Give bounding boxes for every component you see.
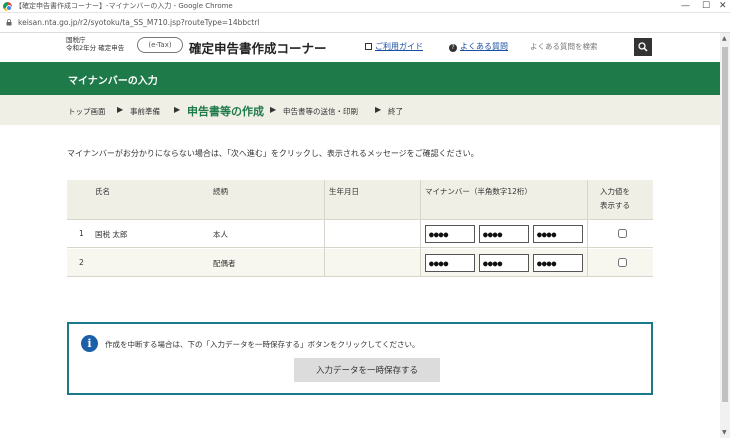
scroll-up-arrow-icon[interactable]: ▲ <box>722 35 727 42</box>
header-show-value: 入力値を 表示する <box>600 186 630 211</box>
mynumber-input-3[interactable] <box>533 225 583 243</box>
header-birth: 生年月日 <box>329 187 359 196</box>
page-title-band: マイナンバーの入力 <box>0 62 720 95</box>
site-title: 確定申告書作成コーナー <box>189 41 327 56</box>
guide-link-label: ご利用ガイド <box>375 42 423 51</box>
mynumber-input-2[interactable] <box>479 225 529 243</box>
mynumber-input-1[interactable] <box>425 254 475 272</box>
etax-logo: (e-Tax) <box>137 37 183 53</box>
header-name: 氏名 <box>95 187 110 196</box>
book-icon <box>365 43 372 50</box>
question-icon: ? <box>449 44 457 52</box>
address-bar[interactable]: keisan.nta.go.jp/r2/syotoku/ta_SS_M710.j… <box>0 13 730 33</box>
browser-titlebar: 【確定申告書作成コーナー】-マイナンバーの入力 - Google Chrome … <box>0 0 730 13</box>
faq-link[interactable]: ? よくある質問 <box>449 41 508 52</box>
info-icon: i <box>81 335 98 352</box>
breadcrumb-arrow-icon: ▶ <box>270 105 277 114</box>
row-name: 国税 太郎 <box>95 230 128 239</box>
site-header: 国税庁 令和2年分 確定申告 (e-Tax) 確定申告書作成コーナー ご利用ガイ… <box>0 33 720 62</box>
column-divider <box>324 180 325 277</box>
faq-link-label: よくある質問 <box>460 42 508 51</box>
row-number: 1 <box>79 229 84 238</box>
breadcrumb-item-end: 終了 <box>388 107 403 116</box>
breadcrumb-item-send: 申告書等の送信・印刷 <box>283 107 358 116</box>
minimize-button[interactable]: — <box>681 0 690 12</box>
guide-link[interactable]: ご利用ガイド <box>365 41 423 52</box>
mynumber-input-2[interactable] <box>479 254 529 272</box>
show-value-checkbox[interactable] <box>618 229 627 238</box>
restore-button[interactable]: ☐ <box>702 0 710 12</box>
breadcrumb-item-create: 申告書等の作成 <box>187 105 264 118</box>
breadcrumb-arrow-icon: ▶ <box>375 105 382 114</box>
mynumber-input-1[interactable] <box>425 225 475 243</box>
page-title: マイナンバーの入力 <box>68 76 158 87</box>
header-relation: 続柄 <box>213 187 228 196</box>
table-row: 1 国税 太郎 本人 <box>67 220 653 248</box>
close-button[interactable]: ✕ <box>719 0 727 12</box>
window-title: 【確定申告書作成コーナー】-マイナンバーの入力 - Google Chrome <box>15 2 233 10</box>
row-relation: 配偶者 <box>213 259 236 268</box>
breadcrumb-item-top: トップ画面 <box>68 107 106 116</box>
breadcrumb-arrow-icon: ▶ <box>117 105 124 114</box>
breadcrumb-arrow-icon: ▶ <box>174 105 181 114</box>
save-info-text: 作成を中断する場合は、下の「入力データを一時保存する」ボタンをクリックしてくださ… <box>105 340 420 349</box>
instruction-text: マイナンバーがお分かりにならない場合は、「次へ進む」をクリックし、表示されるメッ… <box>67 149 479 158</box>
header-show-line-1: 入力値を <box>600 187 630 196</box>
url-text[interactable]: keisan.nta.go.jp/r2/syotoku/ta_SS_M710.j… <box>18 18 259 27</box>
breadcrumb-item-prep: 事前準備 <box>130 107 160 116</box>
table-header: 氏名 続柄 生年月日 マイナンバー（半角数字12桁） 入力値を 表示する <box>67 180 653 220</box>
scroll-down-arrow-icon[interactable]: ▼ <box>722 429 727 436</box>
row-number: 2 <box>79 258 84 267</box>
save-info-box: i 作成を中断する場合は、下の「入力データを一時保存する」ボタンをクリックしてく… <box>67 322 653 395</box>
chrome-icon <box>3 2 12 11</box>
scroll-thumb[interactable] <box>722 47 728 402</box>
header-mynumber: マイナンバー（半角数字12桁） <box>425 187 532 196</box>
header-show-line-2: 表示する <box>600 201 630 210</box>
column-divider <box>420 180 421 277</box>
lock-icon <box>6 19 12 26</box>
search-button[interactable] <box>634 38 652 56</box>
mynumber-input-3[interactable] <box>533 254 583 272</box>
temporary-save-button[interactable]: 入力データを一時保存する <box>294 358 440 382</box>
search-icon <box>638 42 648 52</box>
show-value-checkbox[interactable] <box>618 258 627 267</box>
breadcrumb: トップ画面 ▶ 事前準備 ▶ 申告書等の作成 ▶ 申告書等の送信・印刷 ▶ 終了 <box>0 95 720 125</box>
agency-line-1: 国税庁 <box>66 36 86 44</box>
table-row: 2 配偶者 <box>67 249 653 277</box>
agency-line-2: 令和2年分 確定申告 <box>66 44 125 52</box>
agency-label: 国税庁 令和2年分 確定申告 <box>66 36 124 52</box>
faq-search-input[interactable] <box>530 39 630 53</box>
row-relation: 本人 <box>213 230 228 239</box>
page-scrollbar[interactable]: ▲ ▼ <box>720 33 730 438</box>
column-divider <box>587 180 588 277</box>
